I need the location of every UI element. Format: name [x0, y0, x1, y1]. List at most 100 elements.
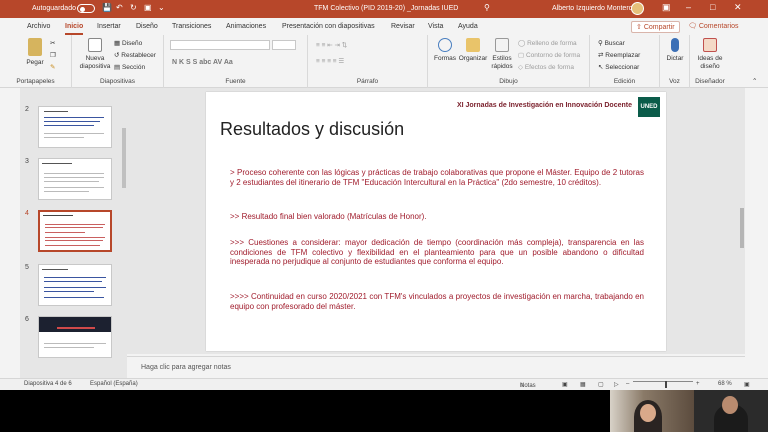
notes-pane[interactable]: Haga clic para agregar notas	[127, 356, 745, 378]
replace-button[interactable]: ⇄ Reemplazar	[598, 51, 640, 59]
bullet-1[interactable]: > Proceso coherente con las lógicas y pr…	[230, 168, 644, 187]
avatar[interactable]	[631, 2, 644, 15]
slideshow-icon[interactable]: ▷	[614, 381, 619, 388]
notes-toggle-label: Notas	[520, 383, 536, 389]
share-button[interactable]: ⇧ Compartir	[631, 21, 680, 33]
new-slide-label-1: Nueva	[85, 55, 105, 62]
tab-diseno[interactable]: Diseño	[136, 23, 158, 30]
zoom-out-icon[interactable]: –	[626, 381, 629, 387]
align-icons[interactable]: ≡ ≡ ≡ ≡ ☰	[316, 57, 344, 65]
font-format-buttons[interactable]: N K S S abc AV Aa	[172, 59, 233, 66]
slide-title[interactable]: Resultados y discusión	[220, 119, 404, 140]
layout-button[interactable]: ▦ Diseño	[114, 39, 142, 47]
reset-button[interactable]: ↺ Restablecer	[114, 51, 156, 59]
ribbon-display-icon[interactable]: ▣	[662, 2, 671, 13]
quick-styles-icon	[495, 38, 509, 52]
bullet-3[interactable]: >>> Cuestiones a considerar: mayor dedic…	[230, 238, 644, 267]
slide-thumbnail[interactable]	[38, 316, 112, 358]
section-icon: ▤	[114, 64, 122, 71]
maximize-button[interactable]: □	[710, 2, 715, 12]
slide-thumbnail[interactable]	[38, 158, 112, 200]
shapes-button[interactable]: Formas	[432, 38, 458, 63]
zoom-in-icon[interactable]: +	[696, 381, 700, 387]
dictate-label: Dictar	[666, 55, 684, 62]
slide-counter: Diapositiva 4 de 6	[24, 381, 72, 387]
group-voz: Dictar Voz	[660, 35, 690, 88]
slide-thumbnail[interactable]	[38, 106, 112, 148]
fit-slide-icon[interactable]: ▣	[744, 381, 750, 388]
bullet-4[interactable]: >>>> Continuidad en curso 2020/2021 con …	[230, 292, 644, 311]
group-label-edicion: Edición	[613, 78, 636, 85]
comments-button[interactable]: 🗨 Comentarios	[686, 21, 741, 31]
quick-styles-label-2: rápidos	[491, 63, 513, 70]
reading-view-icon[interactable]: ▢	[598, 381, 604, 388]
shape-effects-button[interactable]: ◇ Efectos de forma	[518, 63, 574, 71]
tab-insertar[interactable]: Insertar	[97, 23, 121, 30]
current-slide[interactable]: XI Jornadas de Investigación en Innovaci…	[206, 92, 666, 351]
slide-header: XI Jornadas de Investigación en Innovaci…	[456, 102, 632, 109]
tab-revisar[interactable]: Revisar	[391, 23, 415, 30]
list-icons[interactable]: ≡ ≡ ⇤ ⇥ ⇅	[316, 41, 347, 49]
zoom-slider[interactable]	[633, 381, 693, 382]
font-size-combo[interactable]	[272, 40, 296, 50]
tab-inicio[interactable]: Inicio	[65, 23, 83, 30]
paste-button[interactable]: Pegar	[24, 38, 46, 67]
normal-view-icon[interactable]: ▣	[562, 381, 568, 388]
tab-archivo[interactable]: Archivo	[27, 23, 50, 30]
language[interactable]: Español (España)	[90, 381, 138, 387]
group-label-voz: Voz	[669, 78, 680, 85]
redo-icon[interactable]: ↻	[130, 3, 137, 12]
collapse-ribbon-icon[interactable]: ⌃	[752, 77, 757, 85]
arrange-button[interactable]: Organizar	[458, 38, 488, 63]
shape-outline-label: Contorno de forma	[525, 52, 581, 59]
search-icon: ⚲	[598, 40, 605, 47]
customize-qat-icon[interactable]: ⌄	[158, 3, 165, 12]
microphone-icon	[671, 38, 679, 52]
user-name[interactable]: Alberto Izquierdo Montero	[552, 5, 633, 12]
font-name-combo[interactable]	[170, 40, 270, 50]
present-icon[interactable]: ▣	[144, 3, 152, 12]
layout-label: Diseño	[121, 40, 143, 47]
shape-fill-button[interactable]: ◯ Relleno de forma	[518, 39, 577, 47]
group-portapapeles: Pegar ✂ ❐ ✎ Portapapeles	[0, 35, 72, 88]
group-label-diapositivas: Diapositivas	[99, 78, 136, 85]
search-icon[interactable]: ⚲	[484, 3, 490, 12]
shape-outline-button[interactable]: ▢ Contorno de forma	[518, 51, 580, 59]
arrange-label: Organizar	[458, 55, 488, 62]
slide-thumbnail-selected[interactable]	[38, 210, 112, 252]
quick-styles-button[interactable]: Estilos rápidos	[488, 38, 516, 71]
save-icon[interactable]: 💾	[102, 3, 112, 12]
title-bar: Autoguardado 💾 ↶ ↻ ▣ ⌄ TFM Colectivo (PI…	[0, 0, 768, 18]
reset-label: Restablecer	[121, 52, 156, 59]
format-painter-icon[interactable]: ✎	[50, 63, 55, 71]
arrange-icon	[466, 38, 480, 52]
slide-sorter-icon[interactable]: ▦	[580, 381, 586, 388]
tab-transiciones[interactable]: Transiciones	[172, 23, 211, 30]
slide-thumbnail[interactable]	[38, 264, 112, 306]
tab-animaciones[interactable]: Animaciones	[226, 23, 266, 30]
slide-scrollbar[interactable]	[739, 88, 745, 354]
group-parrafo: ≡ ≡ ⇤ ⇥ ⇅ ≡ ≡ ≡ ≡ ☰ Párrafo	[308, 35, 428, 88]
find-button[interactable]: ⚲ Buscar	[598, 39, 625, 47]
autosave-toggle[interactable]	[77, 4, 95, 13]
close-button[interactable]: ✕	[734, 2, 742, 13]
dictate-button[interactable]: Dictar	[662, 38, 688, 63]
zoom-level[interactable]: 68 %	[718, 381, 732, 387]
ribbon: Pegar ✂ ❐ ✎ Portapapeles Nueva diapositi…	[0, 35, 768, 88]
uned-logo: UNED	[638, 97, 660, 117]
new-slide-button[interactable]: Nueva diapositiva	[78, 38, 112, 71]
copy-icon[interactable]: ❐	[50, 51, 56, 59]
design-ideas-button[interactable]: Ideas de diseño	[692, 38, 728, 71]
select-button[interactable]: ↖ Seleccionar	[598, 63, 639, 71]
tab-ayuda[interactable]: Ayuda	[458, 23, 478, 30]
bullet-2[interactable]: >> Resultado final bien valorado (Matríc…	[230, 212, 644, 222]
undo-icon[interactable]: ↶	[116, 3, 123, 12]
tab-vista[interactable]: Vista	[428, 23, 443, 30]
tab-presentacion[interactable]: Presentación con diapositivas	[282, 23, 375, 30]
cut-icon[interactable]: ✂	[50, 39, 55, 47]
participant-video-2	[694, 390, 768, 432]
minimize-button[interactable]: –	[686, 2, 691, 12]
section-button[interactable]: ▤ Sección	[114, 63, 145, 71]
share-icon: ⇧	[636, 24, 644, 31]
zoom-slider-knob[interactable]	[665, 381, 667, 388]
